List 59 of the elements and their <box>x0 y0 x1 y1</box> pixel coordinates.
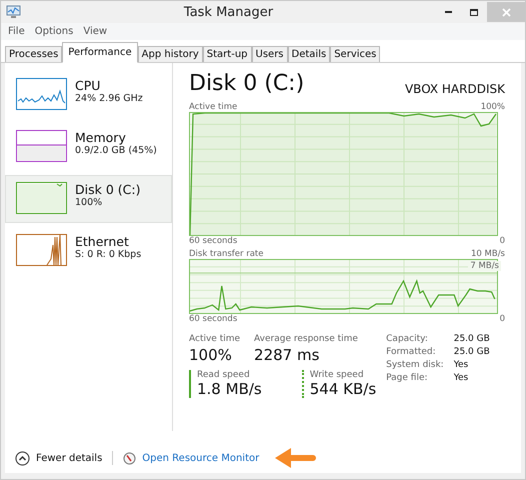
property-label: Formatted: <box>386 347 437 357</box>
stat-value: 2287 ms <box>254 346 320 364</box>
disk-model: VBOX HARDDISK <box>404 82 505 96</box>
graph-max-label: 100% <box>480 102 505 112</box>
menu-item[interactable]: File <box>8 26 25 37</box>
graph-min-label: 0 <box>500 314 505 324</box>
stat-value: 544 KB/s <box>310 380 376 398</box>
stat-label: Read speed <box>197 370 251 380</box>
disk-title: Disk 0 (C:) <box>189 71 304 96</box>
sidebar-item-detail: 24% 2.96 GHz <box>75 93 143 104</box>
graph-time-label: 60 seconds <box>189 314 238 324</box>
sidebar-item-name: Memory <box>75 130 127 145</box>
graph-scale-label: 7 MB/s <box>468 261 501 271</box>
chevron-up-icon <box>15 450 30 466</box>
stat-value: 1.8 MB/s <box>197 380 262 398</box>
tab[interactable]: Start-up <box>202 46 252 62</box>
window-title: Task Manager <box>182 4 274 20</box>
graph-time-label: 60 seconds <box>189 236 238 246</box>
tab[interactable]: Details <box>288 46 330 62</box>
property-label: System disk: <box>386 360 444 370</box>
graph-label: Disk transfer rate <box>189 249 264 259</box>
property-value: 25.0 GB <box>454 347 490 357</box>
stat-label: Average response time <box>254 334 358 344</box>
sidebar-item-detail: S: 0 R: 0 Kbps <box>75 249 142 260</box>
sidebar-item-name: Disk 0 (C:) <box>75 182 140 197</box>
app-icon <box>6 5 22 19</box>
stat-label: Active time <box>189 334 240 344</box>
sidebar-item-name: Ethernet <box>75 234 130 249</box>
tab[interactable]: Users <box>252 46 288 62</box>
stat-label: Write speed <box>310 370 365 380</box>
property-label: Page file: <box>386 373 429 383</box>
maximize-icon <box>470 8 478 16</box>
resource-monitor-link[interactable]: Open Resource Monitor <box>142 452 260 464</box>
gauge-icon <box>123 452 136 464</box>
sidebar-item[interactable]: Disk 0 (C:) 100% <box>5 175 172 223</box>
stat-value: 100% <box>189 346 233 364</box>
property-value: Yes <box>454 360 470 370</box>
menu-item[interactable]: Options <box>34 26 74 37</box>
sidebar-item-detail: 100% <box>75 197 104 208</box>
property-value: 25.0 GB <box>454 334 490 344</box>
graph-label: Active time <box>189 102 238 112</box>
sidebar-item-detail: 0.9/2.0 GB (45%) <box>75 145 157 156</box>
sidebar-item[interactable]: Ethernet S: 0 R: 0 Kbps <box>5 227 172 275</box>
graph-min-label: 0 <box>500 236 505 246</box>
tab[interactable]: Services <box>330 46 380 62</box>
fewer-details-button[interactable]: Fewer details <box>15 450 102 466</box>
arrow-icon <box>275 447 318 469</box>
sidebar-item[interactable]: CPU 24% 2.96 GHz <box>5 71 172 119</box>
minimize-icon <box>444 11 452 13</box>
graph-max-label: 10 MB/s <box>471 249 505 259</box>
tab[interactable]: App history <box>138 46 203 62</box>
menu-item[interactable]: View <box>83 26 108 37</box>
close-icon <box>502 8 510 16</box>
property-value: Yes <box>454 373 470 383</box>
sidebar-item[interactable]: Memory 0.9/2.0 GB (45%) <box>5 123 172 171</box>
property-label: Capacity: <box>386 334 429 344</box>
sidebar-item-name: CPU <box>75 78 102 93</box>
tab[interactable]: Performance <box>62 42 138 63</box>
tab[interactable]: Processes <box>5 46 62 62</box>
